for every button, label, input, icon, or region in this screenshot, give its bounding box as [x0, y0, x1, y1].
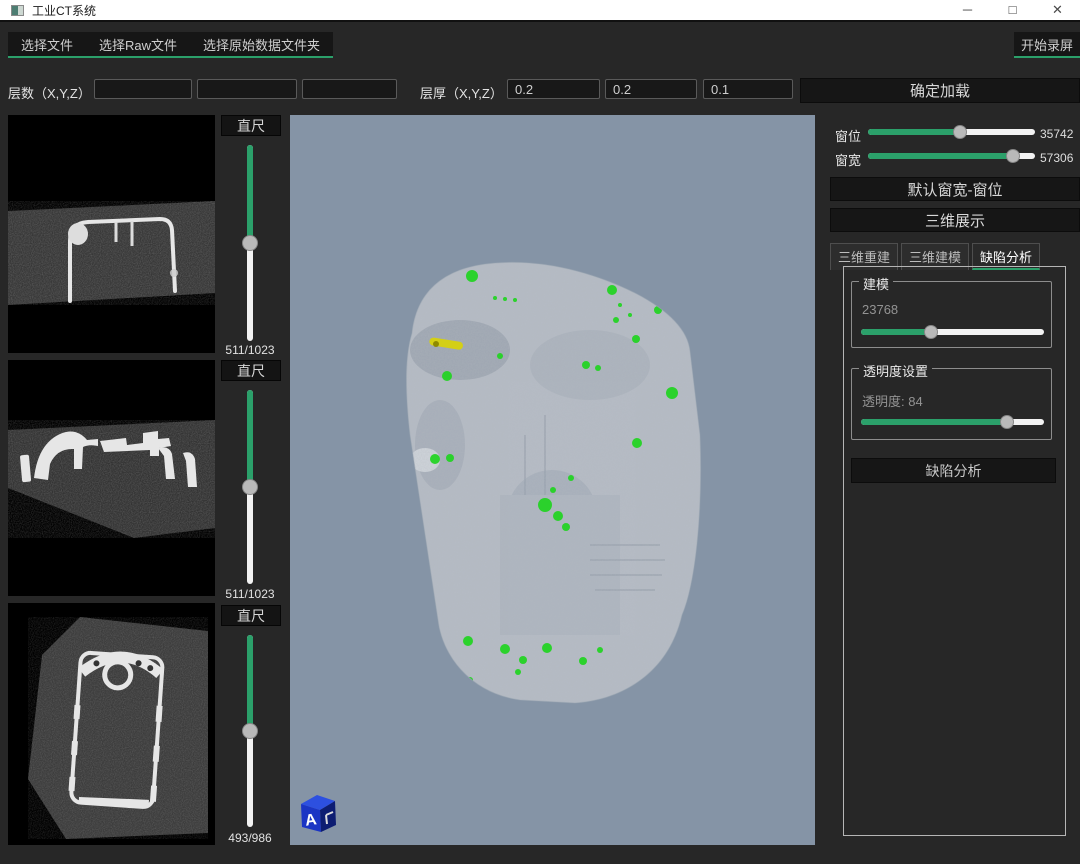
brand-cube-icon[interactable]: A	[295, 790, 339, 834]
minimize-button[interactable]: ─	[945, 0, 990, 20]
slider-fill	[861, 329, 931, 335]
window-level-value: 35742	[1040, 127, 1073, 141]
slice-slider-top[interactable]	[242, 145, 258, 341]
modeling-group-title: 建模	[859, 274, 893, 293]
slider-fill	[247, 390, 253, 487]
window-controls: ─ □ ✕	[945, 0, 1080, 20]
slice-counter-middle: 511/1023	[214, 587, 286, 601]
ruler-button-bottom[interactable]: 直尺	[221, 605, 281, 626]
ct-slice-view-bottom[interactable]	[8, 603, 215, 845]
slice-slider-bottom[interactable]	[242, 635, 258, 827]
defect-analysis-panel	[843, 266, 1066, 836]
file-toolbar: 选择文件 选择Raw文件 选择原始数据文件夹	[8, 32, 333, 58]
ct-slice-view-top[interactable]	[8, 115, 215, 353]
thickness-z-input[interactable]	[703, 79, 793, 99]
slider-track	[861, 419, 1044, 425]
ct-slice-view-middle[interactable]	[8, 360, 215, 596]
slider-fill	[247, 635, 253, 731]
slider-handle[interactable]	[242, 479, 258, 495]
modeling-value: 23768	[862, 302, 898, 317]
slider-handle[interactable]	[953, 125, 967, 139]
defect-analysis-button[interactable]: 缺陷分析	[851, 458, 1056, 483]
ruler-button-top[interactable]: 直尺	[221, 115, 281, 136]
thickness-x-input[interactable]	[507, 79, 600, 99]
model-3d-render	[290, 115, 815, 845]
slider-handle[interactable]	[924, 325, 938, 339]
opacity-group-title: 透明度设置	[859, 361, 932, 380]
maximize-button[interactable]: □	[990, 0, 1035, 20]
default-ww-wl-button[interactable]: 默认窗宽-窗位	[830, 177, 1080, 201]
layers-xyz-label: 层数（X,Y,Z）	[8, 83, 91, 102]
slice-counter-bottom: 493/986	[214, 831, 286, 845]
slice-slider-middle[interactable]	[242, 390, 258, 584]
modeling-slider[interactable]	[861, 324, 1044, 340]
three-d-display-button[interactable]: 三维展示	[830, 208, 1080, 232]
select-raw-file-button[interactable]: 选择Raw文件	[86, 32, 190, 56]
opacity-slider[interactable]	[861, 414, 1044, 430]
slider-fill	[868, 129, 960, 135]
ruler-button-middle[interactable]: 直尺	[221, 360, 281, 381]
layers-y-input[interactable]	[197, 79, 297, 99]
start-screen-record-button[interactable]: 开始录屏	[1014, 32, 1080, 58]
thickness-xyz-label: 层厚（X,Y,Z）	[420, 83, 503, 102]
app-icon	[11, 5, 24, 16]
slider-handle[interactable]	[242, 723, 258, 739]
thickness-y-input[interactable]	[605, 79, 697, 99]
select-file-button[interactable]: 选择文件	[8, 32, 86, 56]
ct-slice-image-middle	[8, 360, 215, 596]
titlebar: 工业CT系统 ─ □ ✕	[0, 0, 1080, 22]
ct-slice-image-bottom	[8, 603, 215, 845]
slider-handle[interactable]	[242, 235, 258, 251]
layers-z-input[interactable]	[302, 79, 397, 99]
slider-handle[interactable]	[1006, 149, 1020, 163]
confirm-load-button[interactable]: 确定加载	[800, 78, 1080, 103]
window-width-value: 57306	[1040, 151, 1073, 165]
slider-track	[861, 329, 1044, 335]
window-level-slider[interactable]	[868, 124, 1035, 140]
slider-fill	[868, 153, 1013, 159]
slider-handle[interactable]	[1000, 415, 1014, 429]
slider-track	[868, 129, 1035, 135]
window-level-label: 窗位	[835, 126, 861, 145]
close-button[interactable]: ✕	[1035, 0, 1080, 20]
slider-fill	[861, 419, 1007, 425]
window-width-label: 窗宽	[835, 150, 861, 169]
slider-fill	[247, 145, 253, 243]
select-raw-data-folder-button[interactable]: 选择原始数据文件夹	[190, 32, 333, 56]
viewport-3d[interactable]: A	[290, 115, 815, 845]
window-title: 工业CT系统	[32, 2, 96, 19]
app-window: 工业CT系统 ─ □ ✕ 选择文件 选择Raw文件 选择原始数据文件夹 开始录屏…	[0, 0, 1080, 864]
window-width-slider[interactable]	[868, 148, 1035, 164]
layers-x-input[interactable]	[94, 79, 192, 99]
ct-slice-image-top	[8, 115, 215, 353]
slice-counter-top: 511/1023	[214, 343, 286, 357]
opacity-value-label: 透明度: 84	[862, 391, 923, 410]
